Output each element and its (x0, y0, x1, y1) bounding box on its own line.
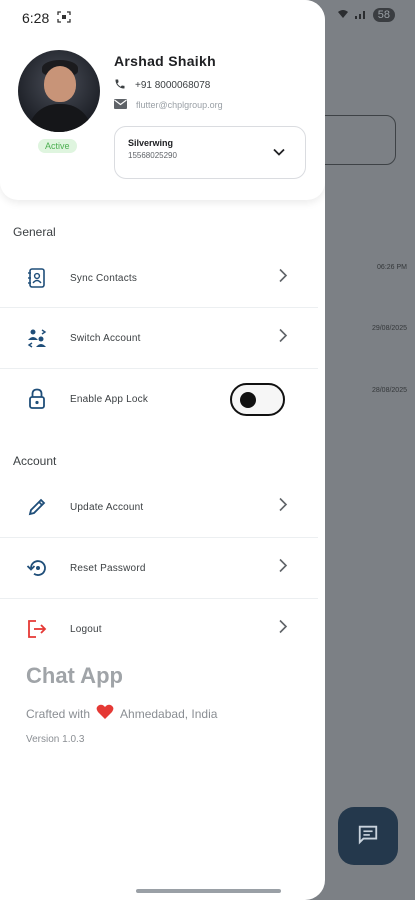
chevron-right-icon (278, 619, 288, 639)
menu-item-label: Enable App Lock (70, 393, 149, 405)
chevron-down-icon (271, 144, 287, 165)
profile-header: 6:28 Active Arshad Shaikh +91 8000068078… (0, 0, 325, 200)
profile-name: Arshad Shaikh (114, 53, 216, 69)
switch-account-icon (26, 327, 48, 349)
menu-item-reset-password[interactable]: Reset Password (0, 539, 318, 597)
chevron-right-icon (278, 558, 288, 578)
toggle-knob (240, 392, 256, 408)
version-text: Version 1.0.3 (26, 734, 85, 745)
chevron-right-icon (278, 268, 288, 288)
heart-icon (96, 704, 114, 723)
menu-item-label: Sync Contacts (70, 272, 138, 284)
home-indicator (136, 889, 281, 893)
menu-item-label: Logout (70, 623, 102, 635)
divider (0, 368, 318, 369)
app-lock-toggle[interactable] (230, 383, 285, 416)
account-select-title: Silverwing (128, 138, 174, 148)
avatar[interactable] (18, 50, 100, 132)
chat-timestamp: 06:26 PM (377, 264, 407, 271)
app-name: Chat App (26, 663, 123, 688)
screenshot-icon (57, 10, 71, 26)
profile-email: flutter@chplgroup.org (136, 100, 223, 110)
menu-item-label: Reset Password (70, 562, 146, 574)
status-bar-right: 58 (337, 8, 395, 22)
signal-icon (354, 8, 367, 22)
menu-item-sync-contacts[interactable]: Sync Contacts (0, 249, 318, 307)
profile-phone-row: +91 8000068078 (114, 78, 210, 93)
crafted-with-text: Crafted with (26, 706, 91, 721)
profile-phone: +91 8000068078 (135, 80, 211, 91)
pencil-icon (26, 496, 48, 518)
new-message-fab[interactable] (338, 807, 398, 865)
contacts-sync-icon (26, 267, 48, 289)
chevron-right-icon (278, 497, 288, 517)
account-select[interactable]: Silverwing 15568025290 (114, 126, 306, 179)
section-title-account: Account (13, 454, 57, 468)
profile-email-row: flutter@chplgroup.org (114, 99, 223, 111)
status-time: 6:28 (22, 10, 50, 26)
menu-item-update-account[interactable]: Update Account (0, 478, 318, 536)
chevron-right-icon (278, 328, 288, 348)
navigation-drawer: 6:28 Active Arshad Shaikh +91 8000068078… (0, 0, 325, 900)
location-text: Ahmedabad, India (120, 706, 218, 721)
crafted-line: Crafted with Ahmedabad, India (26, 704, 217, 723)
logout-icon (26, 618, 48, 640)
status-badge: Active (38, 139, 77, 153)
wifi-icon (337, 8, 349, 22)
reset-icon (26, 557, 48, 579)
chat-timestamp: 29/08/2025 (371, 325, 407, 332)
section-title-general: General (13, 225, 56, 239)
divider (0, 598, 318, 599)
lock-icon (26, 388, 48, 410)
menu-item-label: Switch Account (70, 332, 141, 344)
chat-timestamp: 28/08/2025 (371, 387, 407, 394)
menu-item-label: Update Account (70, 501, 144, 513)
menu-item-switch-account[interactable]: Switch Account (0, 309, 318, 367)
account-select-subtitle: 15568025290 (128, 151, 177, 160)
divider (0, 537, 318, 538)
phone-icon (114, 78, 126, 93)
menu-item-logout[interactable]: Logout (0, 600, 318, 658)
mail-icon (114, 99, 127, 111)
divider (0, 307, 318, 308)
status-bar-left: 6:28 (22, 10, 71, 26)
battery-indicator: 58 (372, 8, 395, 22)
message-icon (357, 823, 379, 850)
